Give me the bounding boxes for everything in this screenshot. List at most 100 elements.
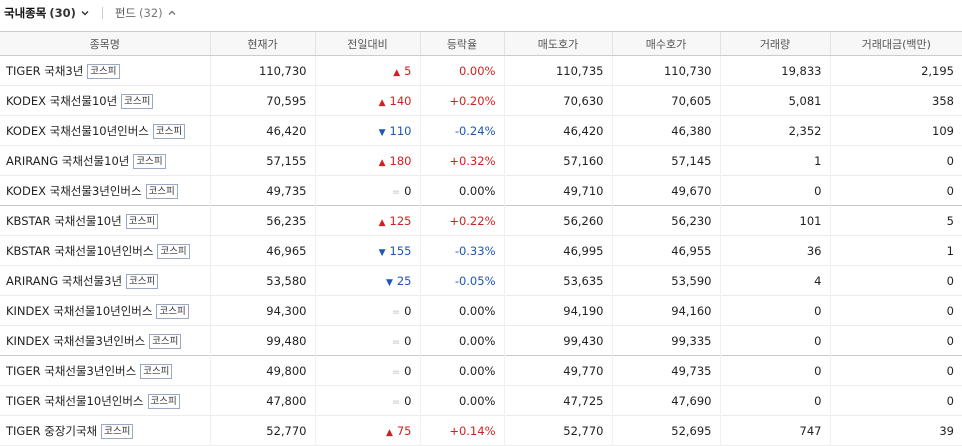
change-rate: 0.00%: [419, 385, 504, 416]
stock-table: 종목명 현재가 전일대비 등락율 매도호가 매수호가 거래량 거래대금(백만) …: [0, 31, 962, 446]
stock-name-cell: KINDEX 국채선물10년인버스 코스피: [0, 296, 210, 326]
stock-name-link[interactable]: KBSTAR 국채선물10년인버스: [6, 244, 153, 258]
table-row[interactable]: KINDEX 국채선물3년인버스 코스피 99,480 = 0 0.00% 99,430 99…: [0, 325, 962, 356]
volume: 0: [719, 355, 830, 386]
triangle-down-icon: ▼: [385, 277, 393, 288]
col-header-volume[interactable]: 거래량: [719, 31, 830, 56]
tab-funds-label: 펀드: [114, 6, 137, 20]
bid-price: 49,735: [611, 355, 720, 386]
stock-name-link[interactable]: KODEX 국채선물10년인버스: [6, 124, 149, 138]
change-cell: = 0: [314, 385, 420, 416]
table-row[interactable]: ARIRANG 국채선물10년 코스피 57,155 ▲ 180 +0.32% 57,160…: [0, 145, 962, 176]
triangle-up-icon: ▲: [378, 157, 386, 168]
market-badge: 코스피: [87, 63, 120, 79]
table-row[interactable]: KINDEX 국채선물10년인버스 코스피 94,300 = 0 0.00% 94,190 9…: [0, 295, 962, 326]
col-header-rate[interactable]: 등락율: [419, 31, 504, 56]
table-row[interactable]: TIGER 국채선물10년인버스 코스피 47,800 = 0 0.00% 47,725 47…: [0, 385, 962, 416]
chevron-up-icon: [168, 10, 176, 15]
bid-price: 57,145: [611, 145, 720, 176]
triangle-up-icon: ▲: [378, 97, 386, 108]
bid-price: 70,605: [611, 85, 720, 116]
stock-name-cell: TIGER 중장기국채 코스피: [0, 416, 210, 446]
change-value: 75: [396, 423, 412, 438]
market-badge: 코스피: [121, 93, 154, 109]
change-cell: ▲ 180: [314, 145, 420, 176]
stock-name-link[interactable]: TIGER 국채선물3년인버스: [6, 364, 136, 378]
market-badge: 코스피: [140, 363, 173, 379]
stock-name-link[interactable]: KODEX 국채선물10년: [6, 94, 117, 108]
change-rate: 0.00%: [419, 175, 504, 206]
stock-name-link[interactable]: KINDEX 국채선물10년인버스: [6, 304, 152, 318]
change-rate: 0.00%: [419, 355, 504, 386]
unchanged-icon: =: [391, 186, 401, 198]
tab-domestic-stocks[interactable]: 국내종목 (30): [4, 5, 90, 21]
stock-name-link[interactable]: ARIRANG 국채선물3년: [6, 274, 122, 288]
chevron-down-icon: [81, 11, 89, 16]
stock-name-link[interactable]: ARIRANG 국채선물10년: [6, 154, 129, 168]
volume: 2,352: [719, 115, 830, 146]
bid-price: 46,955: [611, 235, 720, 266]
stock-name-link[interactable]: TIGER 국채선물10년인버스: [6, 394, 144, 408]
table-row[interactable]: TIGER 중장기국채 코스피 52,770 ▲ 75 +0.14% 52,770 52,69…: [0, 415, 962, 446]
stock-name-link[interactable]: TIGER 중장기국채: [6, 424, 97, 438]
col-header-name[interactable]: 종목명: [0, 31, 210, 56]
ask-price: 57,160: [503, 145, 612, 176]
current-price: 56,235: [209, 205, 315, 236]
change-value: 155: [389, 243, 412, 258]
unchanged-icon: =: [391, 306, 401, 318]
table-row[interactable]: TIGER 국채3년 코스피 110,730 ▲ 5 0.00% 110,735 110,73…: [0, 55, 962, 86]
current-price: 99,480: [209, 325, 315, 356]
col-header-amount[interactable]: 거래대금(백만): [829, 31, 962, 56]
col-header-ask[interactable]: 매도호가: [503, 31, 612, 56]
ask-price: 99,430: [503, 325, 612, 356]
change-cell: ▲ 125: [314, 205, 420, 236]
volume: 36: [719, 235, 830, 266]
change-cell: = 0: [314, 325, 420, 356]
stock-name-link[interactable]: KODEX 국채선물3년인버스: [6, 184, 142, 198]
table-row[interactable]: KODEX 국채선물10년인버스 코스피 46,420 ▼ 110 -0.24% 46,42…: [0, 115, 962, 146]
stock-name-link[interactable]: TIGER 국채3년: [6, 64, 83, 78]
table-row[interactable]: ARIRANG 국채선물3년 코스피 53,580 ▼ 25 -0.05% 53,635 53…: [0, 265, 962, 296]
ask-price: 46,420: [503, 115, 612, 146]
trade-amount: 2,195: [829, 55, 962, 86]
change-value: 0: [404, 363, 412, 378]
stock-name-link[interactable]: KINDEX 국채선물3년인버스: [6, 334, 145, 348]
trade-amount: 5: [829, 205, 962, 236]
market-badge: 코스피: [133, 153, 166, 169]
stock-name-cell: KBSTAR 국채선물10년 코스피: [0, 206, 210, 236]
change-cell: ▲ 140: [314, 85, 420, 116]
table-row[interactable]: KODEX 국채선물10년 코스피 70,595 ▲ 140 +0.20% 70,630 70…: [0, 85, 962, 116]
col-header-price[interactable]: 현재가: [209, 31, 315, 56]
stock-name-cell: ARIRANG 국채선물10년 코스피: [0, 146, 210, 176]
change-value: 125: [389, 213, 412, 228]
volume: 1: [719, 145, 830, 176]
tab-funds[interactable]: 펀드 (32): [115, 5, 177, 21]
ask-price: 70,630: [503, 85, 612, 116]
trade-amount: 1: [829, 235, 962, 266]
bid-price: 56,230: [611, 205, 720, 236]
current-price: 70,595: [209, 85, 315, 116]
table-header-row: 종목명 현재가 전일대비 등락율 매도호가 매수호가 거래량 거래대금(백만): [0, 31, 962, 56]
change-rate: 0.00%: [419, 325, 504, 356]
current-price: 110,730: [209, 55, 315, 86]
table-row[interactable]: KODEX 국채선물3년인버스 코스피 49,735 = 0 0.00% 49,710 49,…: [0, 175, 962, 206]
trade-amount: 0: [829, 355, 962, 386]
stock-name-link[interactable]: KBSTAR 국채선물10년: [6, 214, 122, 228]
volume: 0: [719, 175, 830, 206]
table-row[interactable]: KBSTAR 국채선물10년인버스 코스피 46,965 ▼ 155 -0.33% 46,9…: [0, 235, 962, 266]
col-header-change[interactable]: 전일대비: [314, 31, 420, 56]
table-row[interactable]: KBSTAR 국채선물10년 코스피 56,235 ▲ 125 +0.22% 56,260 5…: [0, 205, 962, 236]
stock-name-cell: TIGER 국채선물10년인버스 코스피: [0, 386, 210, 416]
ask-price: 110,735: [503, 55, 612, 86]
current-price: 57,155: [209, 145, 315, 176]
trade-amount: 0: [829, 265, 962, 296]
triangle-down-icon: ▼: [378, 127, 386, 138]
trade-amount: 0: [829, 385, 962, 416]
ask-price: 47,725: [503, 385, 612, 416]
triangle-up-icon: ▲: [385, 427, 393, 438]
col-header-bid[interactable]: 매수호가: [611, 31, 720, 56]
table-row[interactable]: TIGER 국채선물3년인버스 코스피 49,800 = 0 0.00% 49,770 49,…: [0, 355, 962, 386]
change-rate: -0.24%: [419, 115, 504, 146]
trade-amount: 109: [829, 115, 962, 146]
change-value: 140: [389, 93, 412, 108]
